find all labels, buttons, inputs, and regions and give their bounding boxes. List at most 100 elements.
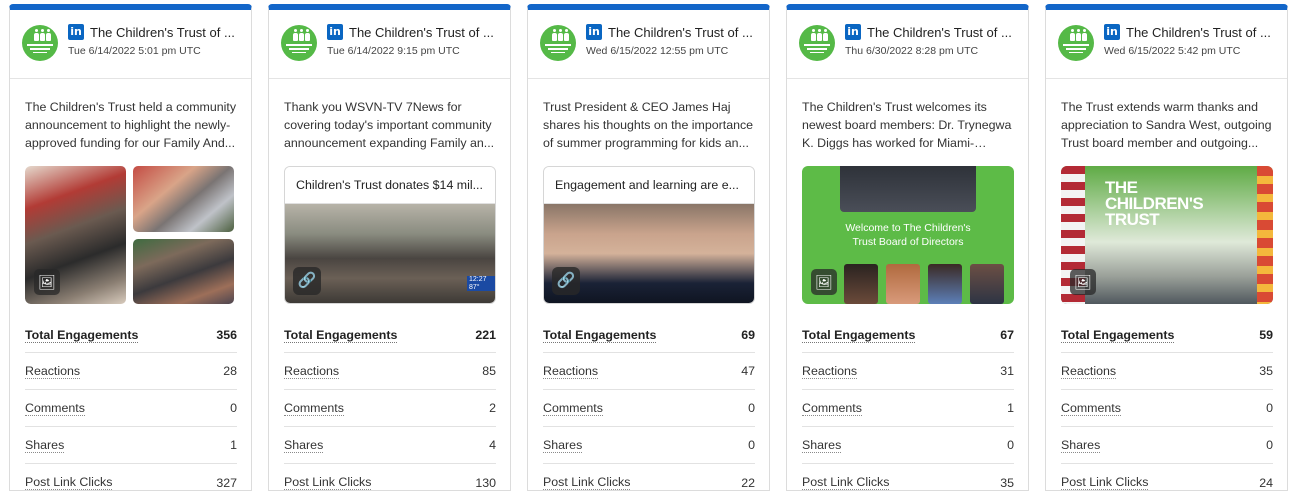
metric-label[interactable]: Shares [802,438,842,453]
metric-label[interactable]: Reactions [25,364,81,379]
image-icon: 🖼 [811,269,837,295]
linkedin-icon: in [845,24,861,40]
metric-label[interactable]: Reactions [284,364,340,379]
metric-value: 24 [1259,475,1273,490]
metric-total-engagements: Total Engagements 67 [802,318,1014,353]
tv-logo: 12:27 87° [467,276,495,291]
linkedin-icon: in [327,24,343,40]
metric-label[interactable]: Post Link Clicks [1061,475,1149,490]
metric-value: 35 [1259,364,1273,378]
metric-value: 221 [475,328,496,342]
link-preview-title[interactable]: Children's Trust donates $14 mil... [285,167,495,204]
board-member-photo [970,264,1004,304]
metric-total-engagements: Total Engagements 356 [25,318,237,353]
metric-label[interactable]: Shares [543,438,583,453]
post-date: Wed 6/15/2022 5:42 pm UTC [1104,45,1241,57]
image-icon: 🖼 [1070,269,1096,295]
metric-total-engagements: Total Engagements 221 [284,318,496,353]
post-photo[interactable] [133,166,234,232]
metric-comments: Comments 0 [1061,390,1273,427]
author-name[interactable]: The Children's Trust of ... [90,25,246,40]
post-date: Tue 6/14/2022 9:15 pm UTC [327,45,460,57]
post-photo[interactable] [133,239,234,304]
metric-post-link-clicks: Post Link Clicks 22 [543,464,755,490]
metric-label[interactable]: Post Link Clicks [802,475,890,490]
post-card[interactable]: in The Children's Trust of ... Tue 6/14/… [9,4,252,491]
card-header: in The Children's Trust of ... Tue 6/14/… [269,10,510,79]
metric-value: 22 [741,475,755,490]
author-name[interactable]: The Children's Trust of ... [1126,25,1282,40]
author-name[interactable]: The Children's Trust of ... [349,25,505,40]
card-header: in The Children's Trust of ... Wed 6/15/… [1046,10,1287,79]
metric-label[interactable]: Total Engagements [1061,328,1175,343]
metric-label[interactable]: Shares [284,438,324,453]
link-preview-title[interactable]: Engagement and learning are e... [544,167,754,204]
metric-label[interactable]: Post Link Clicks [25,475,113,490]
photo-caption: Welcome to The Children's Trust Board of… [845,222,971,248]
avatar [22,25,58,61]
metric-label[interactable]: Comments [543,401,603,416]
board-member-photo [928,264,962,304]
metric-comments: Comments 1 [802,390,1014,427]
post-card[interactable]: in The Children's Trust of ... Wed 6/15/… [1045,4,1288,491]
metric-comments: Comments 0 [25,390,237,427]
author-name[interactable]: The Children's Trust of ... [867,25,1023,40]
avatar [1058,25,1094,61]
post-card[interactable]: in The Children's Trust of ... Wed 6/15/… [527,4,770,491]
photo-grid[interactable]: 🖼 [25,166,237,304]
metric-label[interactable]: Total Engagements [284,328,398,343]
metric-value: 4 [489,438,496,452]
post-text: The Children's Trust welcomes its newest… [802,100,1012,150]
metrics-list: Total Engagements 356 Reactions 28 Comme… [25,318,237,490]
link-preview[interactable]: Engagement and learning are e... 🔗 [543,166,755,304]
metric-value: 0 [748,401,755,415]
metric-value: 85 [482,364,496,378]
metrics-list: Total Engagements 69 Reactions 47 Commen… [543,318,755,490]
author-name[interactable]: The Children's Trust of ... [608,25,764,40]
metric-value: 0 [1266,438,1273,452]
post-photo[interactable]: THE CHILDREN'S TRUST 🖼 [1061,166,1273,304]
card-header: in The Children's Trust of ... Wed 6/15/… [528,10,769,79]
metric-shares: Shares 0 [1061,427,1273,464]
post-photo[interactable]: Welcome to The Children's Trust Board of… [802,166,1014,304]
card-header: in The Children's Trust of ... Tue 6/14/… [10,10,251,79]
post-card[interactable]: in The Children's Trust of ... Thu 6/30/… [786,4,1029,491]
metric-comments: Comments 0 [543,390,755,427]
metric-value: 69 [741,328,755,342]
metric-shares: Shares 4 [284,427,496,464]
metric-label[interactable]: Comments [284,401,344,416]
metric-post-link-clicks: Post Link Clicks 35 [802,464,1014,490]
metric-label[interactable]: Shares [1061,438,1101,453]
link-preview[interactable]: Children's Trust donates $14 mil... 12:2… [284,166,496,304]
metric-label[interactable]: Total Engagements [543,328,657,343]
metric-label[interactable]: Post Link Clicks [284,475,372,490]
metric-label[interactable]: Comments [802,401,862,416]
metric-reactions: Reactions 28 [25,353,237,390]
post-text: Trust President & CEO James Haj shares h… [543,100,754,150]
metric-label[interactable]: Comments [1061,401,1121,416]
board-member-photo [886,264,920,304]
avatar [799,25,835,61]
linkedin-icon: in [68,24,84,40]
metric-reactions: Reactions 31 [802,353,1014,390]
metric-label[interactable]: Total Engagements [802,328,916,343]
metric-value: 35 [1000,475,1014,490]
metric-shares: Shares 0 [802,427,1014,464]
metric-label[interactable]: Reactions [1061,364,1117,379]
metric-value: 59 [1259,328,1273,342]
metric-reactions: Reactions 85 [284,353,496,390]
metric-label[interactable]: Reactions [802,364,858,379]
metrics-list: Total Engagements 221 Reactions 85 Comme… [284,318,496,490]
metric-label[interactable]: Total Engagements [25,328,139,343]
link-icon: 🔗 [552,267,580,295]
metric-label[interactable]: Comments [25,401,85,416]
metric-label[interactable]: Shares [25,438,65,453]
metric-label[interactable]: Reactions [543,364,599,379]
metric-value: 0 [1007,438,1014,452]
metric-value: 47 [741,364,755,378]
metric-label[interactable]: Post Link Clicks [543,475,631,490]
metric-value: 356 [216,328,237,342]
post-card[interactable]: in The Children's Trust of ... Tue 6/14/… [268,4,511,491]
metric-value: 1 [1007,401,1014,415]
metric-value: 31 [1000,364,1014,378]
